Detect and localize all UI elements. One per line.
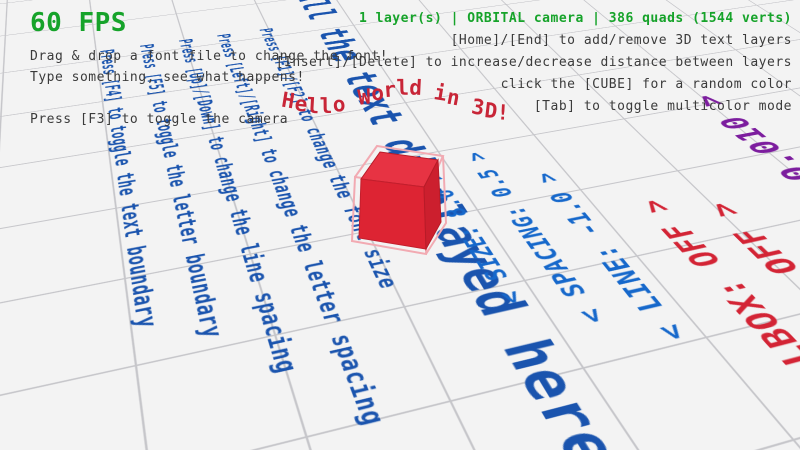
status-line: 1 layer(s) | ORBITAL camera | 386 quads … <box>276 8 792 30</box>
cube-face-front[interactable] <box>359 179 426 249</box>
hint-layer-distance: [Insert]/[Delete] to increase/decrease d… <box>276 52 792 74</box>
font-demo-app: Press [F4] to toggle the text boundary P… <box>0 0 800 450</box>
hint-multicolor-mode: [Tab] to toggle multicolor mode <box>276 96 792 118</box>
hud-right: 1 layer(s) | ORBITAL camera | 386 quads … <box>276 8 792 118</box>
hint-add-remove-layers: [Home]/[End] to add/remove 3D text layer… <box>276 30 792 52</box>
hint-cube-random-color: click the [CUBE] for a random color <box>276 74 792 96</box>
